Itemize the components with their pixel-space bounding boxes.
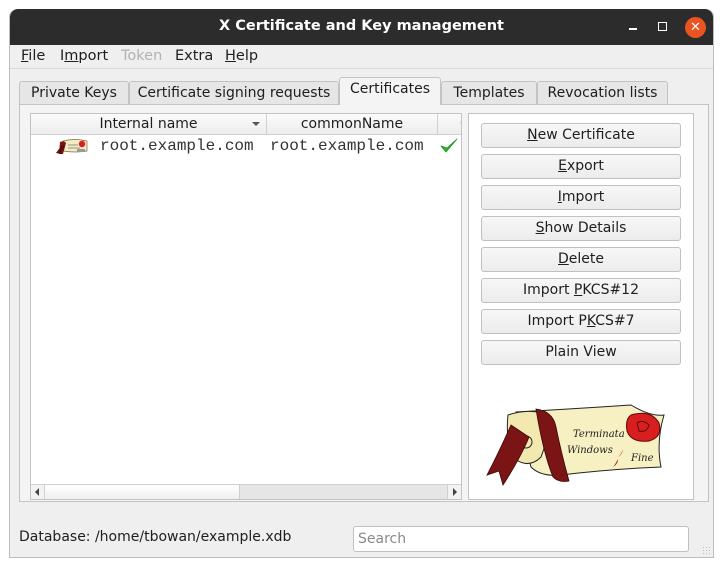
logo-text-line3: Fine xyxy=(630,453,654,464)
menu-help[interactable]: Help xyxy=(225,48,258,64)
menu-import[interactable]: Import xyxy=(60,48,108,64)
column-header-label: Internal name xyxy=(99,116,198,132)
certificate-table[interactable]: Internal name commonName C root.example.… xyxy=(30,113,462,500)
close-button[interactable]: ✕ xyxy=(685,17,706,38)
resize-grip-icon[interactable] xyxy=(702,546,710,554)
menu-file-label: ile xyxy=(28,48,46,64)
button-label: ew Certificate xyxy=(537,127,635,143)
mnemonic: D xyxy=(558,251,569,267)
tab-certificates[interactable]: Certificates xyxy=(339,77,441,105)
button-label: mport xyxy=(561,189,605,205)
menu-help-mnemonic: H xyxy=(225,48,236,64)
button-label-prefix: Import xyxy=(523,282,574,298)
button-label: elete xyxy=(568,251,604,267)
tab-revocation-lists[interactable]: Revocation lists xyxy=(537,81,668,105)
main-window: X Certificate and Key management ✕ File … xyxy=(9,9,714,558)
title-bar[interactable]: X Certificate and Key management ✕ xyxy=(10,9,713,45)
button-label: KCS#12 xyxy=(582,282,639,298)
mnemonic: E xyxy=(558,158,567,174)
import-pkcs12-button[interactable]: Import PKCS#12 xyxy=(481,278,681,303)
button-label: how Details xyxy=(544,220,627,236)
column-header-common-name[interactable]: commonName xyxy=(267,114,438,135)
logo-text-line2: Windows xyxy=(567,445,613,456)
export-button[interactable]: Export xyxy=(481,154,681,179)
certificates-panel: Internal name commonName C root.example.… xyxy=(19,104,709,502)
menu-extra[interactable]: Extra xyxy=(175,48,213,64)
mnemonic: K xyxy=(586,313,596,329)
cell-common-name: root.example.com xyxy=(270,137,424,155)
minimize-button[interactable] xyxy=(624,17,644,37)
menu-import-label: port xyxy=(78,48,109,64)
column-header-internal-name[interactable]: Internal name xyxy=(31,114,267,135)
horizontal-scrollbar[interactable] xyxy=(31,484,461,499)
search-input[interactable] xyxy=(353,526,689,552)
tab-templates[interactable]: Templates xyxy=(441,81,537,105)
maximize-button[interactable] xyxy=(653,17,673,37)
scroll-left-arrow-icon[interactable] xyxy=(31,485,45,499)
new-certificate-button[interactable]: New Certificate xyxy=(481,123,681,148)
sort-descending-icon xyxy=(252,122,260,126)
button-label: xport xyxy=(566,158,604,174)
mnemonic: N xyxy=(527,127,538,143)
import-pkcs7-button[interactable]: Import PKCS#7 xyxy=(481,309,681,334)
menu-help-label: elp xyxy=(235,48,259,64)
tab-certificate-signing-requests[interactable]: Certificate signing requests xyxy=(129,81,339,105)
show-details-button[interactable]: Show Details xyxy=(481,216,681,241)
certificate-icon xyxy=(56,139,88,154)
certificate-scroll-logo: Terminata Windows Fine xyxy=(486,404,665,486)
database-path-label: Database: /home/tbowan/example.xdb xyxy=(19,529,292,545)
button-label-prefix: Import P xyxy=(527,313,587,329)
mnemonic: S xyxy=(535,220,545,236)
plain-view-button[interactable]: Plain View xyxy=(481,340,681,365)
menu-token: Token xyxy=(121,48,163,64)
table-header: Internal name commonName C xyxy=(31,114,461,135)
tab-private-keys[interactable]: Private Keys xyxy=(19,81,129,105)
scrollbar-thumb[interactable] xyxy=(45,485,240,499)
table-row[interactable]: root.example.com root.example.com xyxy=(31,135,461,157)
column-header-c[interactable]: C xyxy=(438,114,461,135)
import-button[interactable]: Import xyxy=(481,185,681,210)
window-title: X Certificate and Key management xyxy=(219,18,504,34)
delete-button[interactable]: Delete xyxy=(481,247,681,272)
button-label: CS#7 xyxy=(595,313,635,329)
cell-internal-name: root.example.com xyxy=(100,137,254,155)
check-icon xyxy=(440,138,458,153)
actions-sidebar: New Certificate Export Import Show Detai… xyxy=(468,113,694,500)
menu-bar: File Import Token Extra Help xyxy=(10,45,713,69)
menu-file[interactable]: File xyxy=(21,48,45,64)
logo-text-line1: Terminata xyxy=(573,429,625,440)
menu-import-mnemonic: m xyxy=(64,48,79,64)
scroll-right-arrow-icon[interactable] xyxy=(447,485,461,499)
